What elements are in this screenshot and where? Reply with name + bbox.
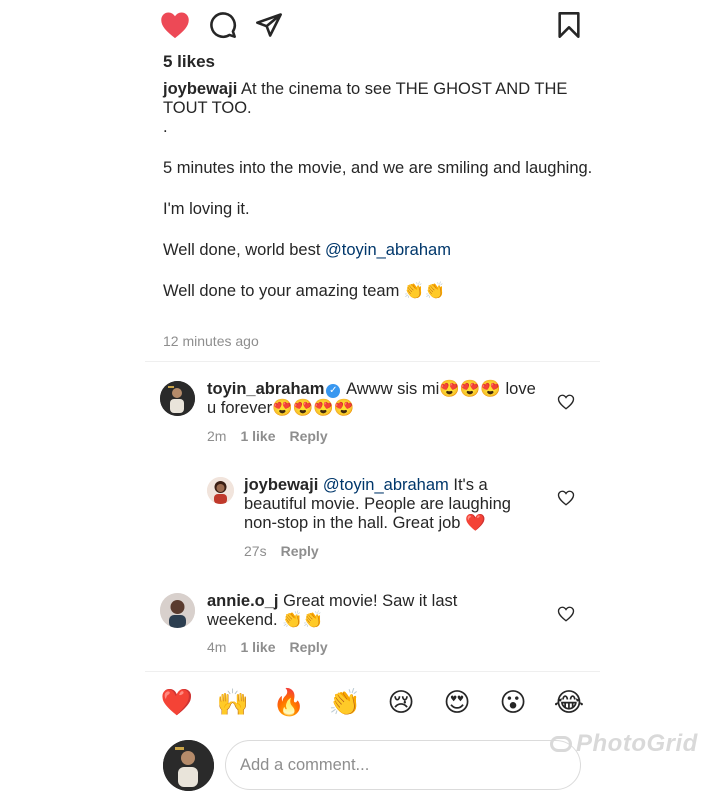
caption-mention[interactable]: @toyin_abraham bbox=[325, 241, 451, 259]
comment-likes[interactable]: 1 like bbox=[240, 639, 275, 655]
share-button[interactable] bbox=[254, 10, 284, 40]
divider bbox=[145, 361, 600, 362]
post-timestamp: 12 minutes ago bbox=[163, 333, 259, 349]
avatar[interactable] bbox=[207, 477, 234, 504]
photogrid-logo-icon bbox=[550, 736, 572, 752]
caption-line-3: I'm loving it. bbox=[163, 200, 250, 218]
emoji-raised-hands-button[interactable]: 🙌 bbox=[216, 686, 250, 720]
emoji-surprised-button[interactable]: 😮 bbox=[496, 686, 530, 720]
watermark-text: PhotoGrid bbox=[576, 730, 698, 757]
emoji-reaction-bar: ❤️ 🙌 🔥 👏 😢 😍 😮 😂 bbox=[160, 686, 590, 722]
comment-time: 4m bbox=[207, 639, 227, 655]
comment-username[interactable]: joybewaji bbox=[244, 476, 318, 494]
avatar[interactable] bbox=[160, 381, 195, 416]
photogrid-watermark: PhotoGrid bbox=[550, 730, 698, 758]
comment-like-heart-icon[interactable] bbox=[557, 605, 575, 623]
comment-time: 27s bbox=[244, 543, 267, 559]
likes-count[interactable]: 5 likes bbox=[163, 52, 215, 72]
caption-dot: . bbox=[163, 118, 168, 136]
comment-username[interactable]: annie.o_j bbox=[207, 592, 279, 610]
emoji-heart-eyes-button[interactable]: 😍 bbox=[440, 686, 474, 720]
like-button[interactable] bbox=[160, 10, 190, 40]
caption-line-4: Well done, world best bbox=[163, 241, 326, 259]
comment-input[interactable] bbox=[225, 740, 581, 790]
verified-badge-icon: ✓ bbox=[326, 384, 341, 398]
comment-time: 2m bbox=[207, 428, 227, 444]
heart-filled-icon bbox=[161, 12, 189, 39]
caption-line-2: 5 minutes into the movie, and we are smi… bbox=[163, 159, 593, 177]
comment-username[interactable]: toyin_abraham bbox=[207, 380, 324, 398]
share-icon bbox=[256, 13, 282, 37]
emoji-clap-button[interactable]: 👏 bbox=[328, 686, 362, 720]
emoji-crying-button[interactable]: 😢 bbox=[384, 686, 418, 720]
comment-likes[interactable]: 1 like bbox=[240, 428, 275, 444]
emoji-fire-button[interactable]: 🔥 bbox=[272, 686, 306, 720]
comment-like-heart-icon[interactable] bbox=[557, 489, 575, 507]
avatar[interactable] bbox=[160, 593, 195, 628]
bookmark-icon bbox=[558, 12, 580, 38]
current-user-avatar bbox=[163, 740, 214, 791]
caption-username[interactable]: joybewaji bbox=[163, 80, 237, 98]
reply-button[interactable]: Reply bbox=[281, 543, 319, 559]
caption-line-5: Well done to your amazing team 👏👏 bbox=[163, 282, 445, 300]
comment-button[interactable] bbox=[208, 10, 238, 40]
post-action-bar bbox=[160, 10, 585, 42]
comment-icon bbox=[210, 12, 236, 38]
save-button[interactable] bbox=[554, 10, 584, 40]
emoji-heart-button[interactable]: ❤️ bbox=[160, 686, 194, 720]
post-caption: joybewaji At the cinema to see THE GHOST… bbox=[163, 80, 593, 301]
comment-mention[interactable]: @toyin_abraham bbox=[323, 476, 449, 494]
reply-button[interactable]: Reply bbox=[289, 639, 327, 655]
emoji-laughing-button[interactable]: 😂 bbox=[552, 686, 586, 720]
divider bbox=[145, 671, 600, 672]
comment-like-heart-icon[interactable] bbox=[557, 393, 575, 411]
post-detail-screen: 5 likes joybewaji At the cinema to see T… bbox=[0, 0, 720, 797]
reply-button[interactable]: Reply bbox=[289, 428, 327, 444]
